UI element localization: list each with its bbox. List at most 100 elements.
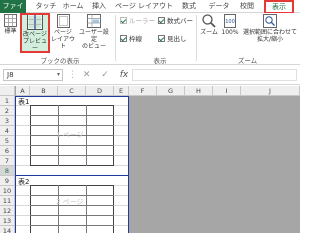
- row-header[interactable]: 12: [0, 206, 15, 216]
- formula-bar-checkbox[interactable]: 数式バー: [158, 17, 193, 26]
- ribbon: 標準 改ページ プレビュー ページ レイアウト ユーザー設定 のビュー ブックの…: [0, 13, 300, 65]
- table-line: [30, 115, 114, 116]
- tab-page-layout[interactable]: ページ レイアウト: [112, 0, 176, 13]
- name-box[interactable]: J8 ▾: [3, 69, 63, 81]
- headings-checkbox[interactable]: 見出し: [158, 35, 187, 44]
- column-header[interactable]: I: [213, 86, 241, 96]
- group-label-book-views: ブックの表示: [40, 57, 80, 65]
- select-all-corner[interactable]: [0, 86, 15, 96]
- ribbon-tabs: ファイル タッチ ホーム 挿入 ページ レイアウト 数式 データ 校閲 表示: [0, 0, 300, 23]
- page-break-preview-label-1: 改ページ: [23, 31, 47, 38]
- page-border-left: [15, 96, 16, 233]
- gridlines-label: 枠線: [129, 35, 142, 43]
- formula-bar: J8 ▾ ⋮ ✕ ✓ fx: [0, 65, 300, 85]
- column-header[interactable]: E: [114, 86, 129, 96]
- page-break-preview-icon: [27, 14, 43, 30]
- custom-views-label-1: ユーザー設定: [79, 29, 109, 43]
- row-header[interactable]: 5: [0, 136, 15, 146]
- tab-file[interactable]: ファイル: [0, 0, 26, 23]
- table2-label: 表2: [18, 178, 30, 186]
- table-line: [30, 225, 114, 226]
- more-options-icon: ⋮: [68, 70, 77, 80]
- table-line: [30, 215, 114, 216]
- tab-touch[interactable]: タッチ: [34, 0, 58, 13]
- page-layout-view-button[interactable]: ページ レイアウト: [50, 14, 76, 50]
- column-header[interactable]: F: [129, 86, 157, 96]
- custom-views-icon: [87, 14, 101, 28]
- page-layout-label-1: ページ: [54, 29, 72, 36]
- zoom-100-label: 100%: [221, 29, 239, 36]
- group-label-show: 表示: [153, 57, 167, 65]
- name-box-value: J8: [7, 71, 14, 79]
- page-border-top: [16, 96, 129, 97]
- row-header[interactable]: 3: [0, 116, 15, 126]
- worksheet-grid[interactable]: A B C D E F G H I J 1 2 3 4 5 6 7 8 9 10…: [0, 86, 300, 233]
- custom-views-label-2: のビュー: [81, 43, 106, 50]
- row-header[interactable]: 1: [0, 96, 15, 106]
- column-header[interactable]: A: [16, 86, 30, 96]
- table-line: [30, 155, 114, 156]
- table-line: [30, 125, 114, 126]
- formula-input[interactable]: [132, 69, 297, 81]
- page2-watermark: 2 ページ: [56, 198, 84, 206]
- row-header[interactable]: 6: [0, 146, 15, 156]
- group-separator: [115, 15, 116, 61]
- formula-bar-label: 数式バー: [167, 17, 193, 25]
- gridlines-checkbox[interactable]: 枠線: [120, 35, 142, 44]
- column-header[interactable]: H: [185, 86, 213, 96]
- row-header[interactable]: 11: [0, 196, 15, 206]
- column-header[interactable]: J: [241, 86, 300, 96]
- page1-watermark: 1 ページ: [56, 131, 84, 139]
- headings-label: 見出し: [167, 35, 187, 43]
- row-header[interactable]: 9: [0, 176, 15, 186]
- table-line: [30, 145, 114, 146]
- page-break-preview-label-2: プレビュー: [22, 38, 47, 52]
- insert-function-icon[interactable]: fx: [120, 70, 129, 80]
- table1-label: 表1: [18, 98, 30, 106]
- group-label-zoom: ズーム: [237, 57, 258, 65]
- row-header[interactable]: 2: [0, 106, 15, 116]
- ruler-label: ルーラー: [129, 17, 155, 25]
- headings-check-icon: [158, 35, 165, 42]
- zoom-selection-label-1: 選択範囲に合わせて: [242, 29, 297, 36]
- enter-icon[interactable]: ✓: [101, 70, 109, 80]
- custom-views-button[interactable]: ユーザー設定 のビュー: [78, 14, 110, 50]
- row-header[interactable]: 10: [0, 186, 15, 196]
- zoom-label: ズーム: [200, 29, 218, 36]
- tab-view[interactable]: 表示: [264, 0, 294, 14]
- column-header[interactable]: D: [86, 86, 114, 96]
- normal-view-label: 標準: [4, 28, 17, 35]
- svg-text:100: 100: [225, 19, 235, 25]
- chevron-down-icon[interactable]: ▾: [57, 70, 60, 80]
- row-header[interactable]: 4: [0, 126, 15, 136]
- page-layout-label-2: レイアウト: [50, 36, 75, 50]
- normal-view-button[interactable]: 標準: [2, 14, 19, 35]
- zoom-button[interactable]: ズーム: [199, 14, 219, 36]
- tab-insert[interactable]: 挿入: [88, 0, 110, 13]
- column-header[interactable]: B: [30, 86, 58, 96]
- normal-view-icon: [4, 14, 17, 27]
- formula-buttons: ⋮ ✕ ✓ fx: [68, 69, 128, 81]
- table-line: [30, 195, 114, 196]
- tab-formulas[interactable]: 数式: [178, 0, 200, 13]
- tab-home[interactable]: ホーム: [60, 0, 86, 13]
- ruler-checkbox[interactable]: ルーラー: [120, 17, 155, 26]
- tab-data[interactable]: データ: [206, 0, 232, 13]
- row-header[interactable]: 7: [0, 156, 15, 166]
- formula-bar-check-icon: [158, 17, 165, 24]
- page-break-preview-button[interactable]: 改ページ プレビュー: [20, 13, 50, 53]
- ruler-check-icon: [120, 17, 127, 24]
- zoom-to-selection-button[interactable]: 選択範囲に合わせて 拡大/縮小: [242, 14, 298, 43]
- tab-review[interactable]: 校閲: [236, 0, 258, 13]
- row-header[interactable]: 8: [0, 166, 15, 176]
- column-header[interactable]: G: [157, 86, 185, 96]
- zoom-to-selection-icon: [263, 14, 277, 28]
- row-header[interactable]: 14: [0, 226, 15, 233]
- page-border-right[interactable]: [128, 96, 129, 233]
- page-break-line[interactable]: [16, 175, 129, 176]
- column-header[interactable]: C: [58, 86, 86, 96]
- zoom-100-button[interactable]: 100 100%: [220, 14, 240, 36]
- magnifier-icon: [202, 14, 216, 28]
- row-header[interactable]: 13: [0, 216, 15, 226]
- cancel-icon[interactable]: ✕: [83, 70, 91, 80]
